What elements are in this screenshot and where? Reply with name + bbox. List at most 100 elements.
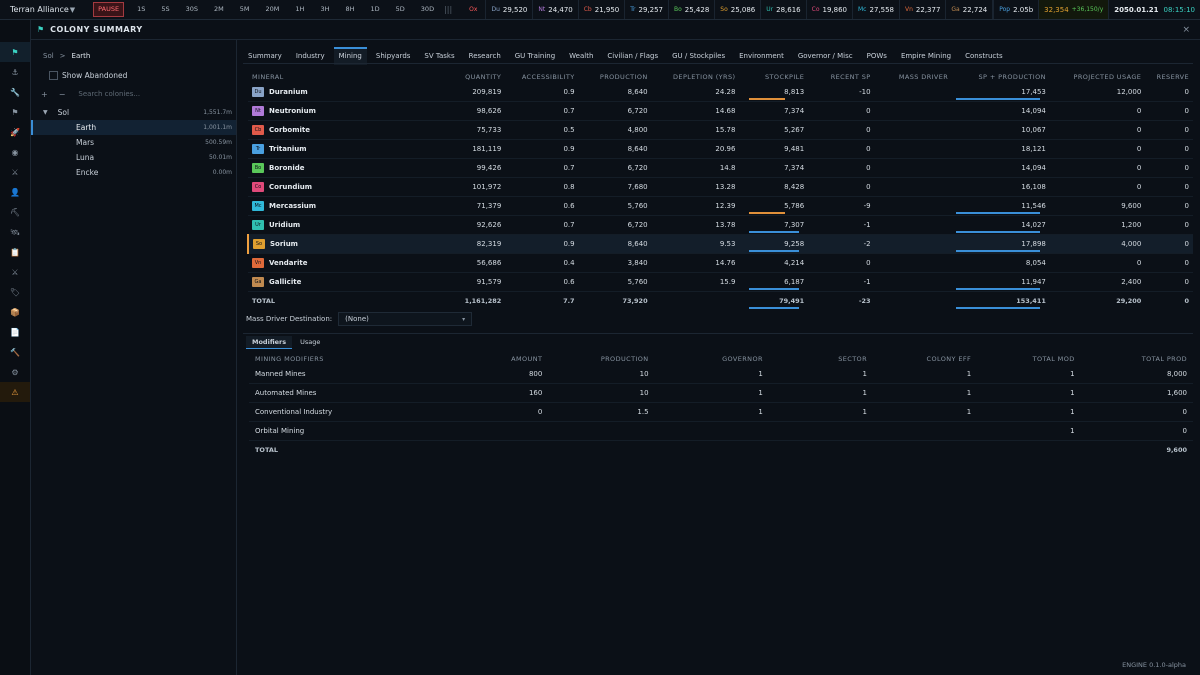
tree-colony-mars[interactable]: Mars 500.59m [31,135,236,150]
rocket-icon[interactable]: 🚀 [0,122,30,142]
document-icon[interactable]: 📄 [0,322,30,342]
tree-colony-encke[interactable]: Encke 0.00m [31,165,236,180]
speed-1d-button[interactable]: 1D [365,3,386,16]
column-header[interactable]: MINERAL [248,71,439,83]
mineral-row-sorium[interactable]: So Sorium 82,319 0.9 8,640 9.53 9,258 -2 17,898 4… [247,234,1193,254]
tab-pows[interactable]: POWs [862,47,892,63]
speed-8h-button[interactable]: 8H [339,3,360,16]
tab-sv-tasks[interactable]: SV Tasks [419,47,459,63]
tab-wealth[interactable]: Wealth [564,47,598,63]
subtab-usage[interactable]: Usage [294,336,326,348]
tab-research[interactable]: Research [464,47,506,63]
empire-selector[interactable]: Terran Alliance ▼ [0,0,79,19]
modifier-column-header[interactable]: TOTAL MOD [977,353,1080,365]
tab-shipyards[interactable]: Shipyards [371,47,416,63]
tab-environment[interactable]: Environment [734,47,789,63]
column-header[interactable]: ACCESSIBILITY [505,71,578,83]
modifier-column-header[interactable]: GOVERNOR [655,353,769,365]
remove-icon[interactable]: − [59,90,66,99]
tools-icon[interactable]: 🔨 [0,342,30,362]
mineral-row-uridium[interactable]: Ur Uridium 92,626 0.7 6,720 13.78 7,307 -1 14,02… [248,215,1193,235]
mineral-row-tritanium[interactable]: Tr Tritanium 181,119 0.9 8,640 20.96 9,481 0 18,… [248,139,1193,159]
crossed-swords-icon[interactable]: ⚔ [0,162,30,182]
flag-icon[interactable]: ⚑ [0,42,30,62]
anchor-icon[interactable]: ⚓ [0,62,30,82]
tree-colony-luna[interactable]: Luna 50.01m [31,150,236,165]
show-abandoned-toggle[interactable]: Show Abandoned [31,68,236,82]
speed-1s-button[interactable]: 1S [131,3,151,16]
checkbox[interactable] [49,70,58,80]
pickaxe-icon[interactable]: ⛏ [0,202,30,222]
mass-driver-select[interactable]: (None) ▾ [338,312,473,326]
satellite-icon[interactable]: 🛰 [0,222,30,242]
cell-quantity: 75,733 [438,120,506,140]
speed-5m-button[interactable]: 5M [234,3,256,16]
search-input[interactable]: Search colonies... [78,90,140,98]
modifier-column-header[interactable]: PRODUCTION [548,353,654,365]
tree-system-sol[interactable]: ▼ Sol 1,551.7m [31,105,236,120]
modifier-cell: 1 [768,365,873,384]
pause-button[interactable]: PAUSE [93,2,125,17]
value-recent: 0 [866,164,871,172]
crossed-swords-icon-2[interactable]: ⚔ [0,262,30,282]
tab-industry[interactable]: Industry [291,47,330,63]
breadcrumb-system[interactable]: Sol [43,52,54,60]
speed-3h-button[interactable]: 3H [314,3,335,16]
modifier-column-header[interactable]: SECTOR [769,353,873,365]
speed-20m-button[interactable]: 20M [260,3,286,16]
column-header[interactable]: PROJECTED USAGE [1050,71,1145,83]
column-header[interactable]: DEPLETION (YRS) [652,71,740,83]
tag-icon[interactable]: 🏷 [0,282,30,302]
tab-empire-mining[interactable]: Empire Mining [896,47,956,63]
column-header[interactable]: RESERVE [1145,71,1193,83]
gear-icon[interactable]: ⚙ [0,362,30,382]
column-header[interactable]: MASS DRIVER [875,71,953,83]
modifier-column-header[interactable]: AMOUNT [444,353,548,365]
tab-civilian-flags[interactable]: Civilian / Flags [602,47,663,63]
modifier-column-header[interactable]: MINING MODIFIERS [249,353,444,365]
cell-stockpile: 5,267 [739,120,809,140]
column-header[interactable]: STOCKPILE [739,71,808,83]
close-icon[interactable]: × [1182,25,1190,35]
wrench-icon[interactable]: 🔧 [0,82,30,102]
cell-mass [874,83,953,102]
column-header[interactable]: RECENT SP [808,71,874,83]
tree-colony-earth[interactable]: Earth 1,001.1m [31,120,236,135]
speed-1h-button[interactable]: 1H [289,3,310,16]
tab-summary[interactable]: Summary [243,47,287,63]
resource-vn: Vn 22,377 [900,0,947,19]
mineral-row-neutronium[interactable]: Nt Neutronium 98,626 0.7 6,720 14.68 7,374 0 14,… [248,101,1193,121]
modifier-column-header[interactable]: COLONY EFF [873,353,977,365]
mineral-row-mercassium[interactable]: Mc Mercassium 71,379 0.6 5,760 12.39 5,786 -9 11… [248,196,1193,216]
add-icon[interactable]: + [41,90,48,99]
tab-gu-training[interactable]: GU Training [510,47,560,63]
speed-2m-button[interactable]: 2M [208,3,230,16]
mineral-cell: Nt Neutronium [248,101,439,121]
column-header[interactable]: QUANTITY [439,71,506,83]
mineral-row-corbomite[interactable]: Cb Corbomite 75,733 0.5 4,800 15.78 5,267 0 10,0… [248,120,1193,140]
speed-30d-button[interactable]: 30D [415,3,440,16]
mineral-row-boronide[interactable]: Bo Boronide 99,426 0.7 6,720 14.8 7,374 0 14,094… [248,158,1193,178]
speed-5s-button[interactable]: 5S [155,3,175,16]
person-icon[interactable]: 👤 [0,182,30,202]
column-header[interactable]: SP + PRODUCTION [952,71,1050,83]
clipboard-icon[interactable]: 📋 [0,242,30,262]
mineral-row-vendarite[interactable]: Vn Vendarite 56,686 0.4 3,840 14.76 4,214 0 8,05… [248,253,1193,273]
box-icon[interactable]: 📦 [0,302,30,322]
mineral-row-duranium[interactable]: Du Duranium 209,819 0.9 8,640 24.28 8,813 -10 17… [248,83,1193,102]
target-icon[interactable]: ◉ [0,142,30,162]
tab-gu-stockpiles[interactable]: GU / Stockpiles [667,47,730,63]
expand-triangle-icon[interactable]: ▼ [43,109,48,116]
column-header[interactable]: PRODUCTION [579,71,652,83]
subtab-modifiers[interactable]: Modifiers [246,336,293,349]
modifier-column-header[interactable]: TOTAL PROD [1081,353,1193,365]
mineral-row-corundium[interactable]: Co Corundium 101,972 0.8 7,680 13.28 8,428 0 16,… [248,177,1193,197]
tab-governor-misc[interactable]: Governor / Misc [793,47,858,63]
speed-5d-button[interactable]: 5D [390,3,411,16]
tab-constructs[interactable]: Constructs [960,47,1008,63]
flag-small-icon[interactable]: ⚑ [0,102,30,122]
warning-icon[interactable]: ⚠ [0,382,30,402]
mineral-name: Gallicite [269,278,302,286]
mineral-row-gallicite[interactable]: Ga Gallicite 91,579 0.6 5,760 15.9 6,187 -1 11,9… [248,272,1193,292]
speed-30s-button[interactable]: 30S [180,3,204,16]
